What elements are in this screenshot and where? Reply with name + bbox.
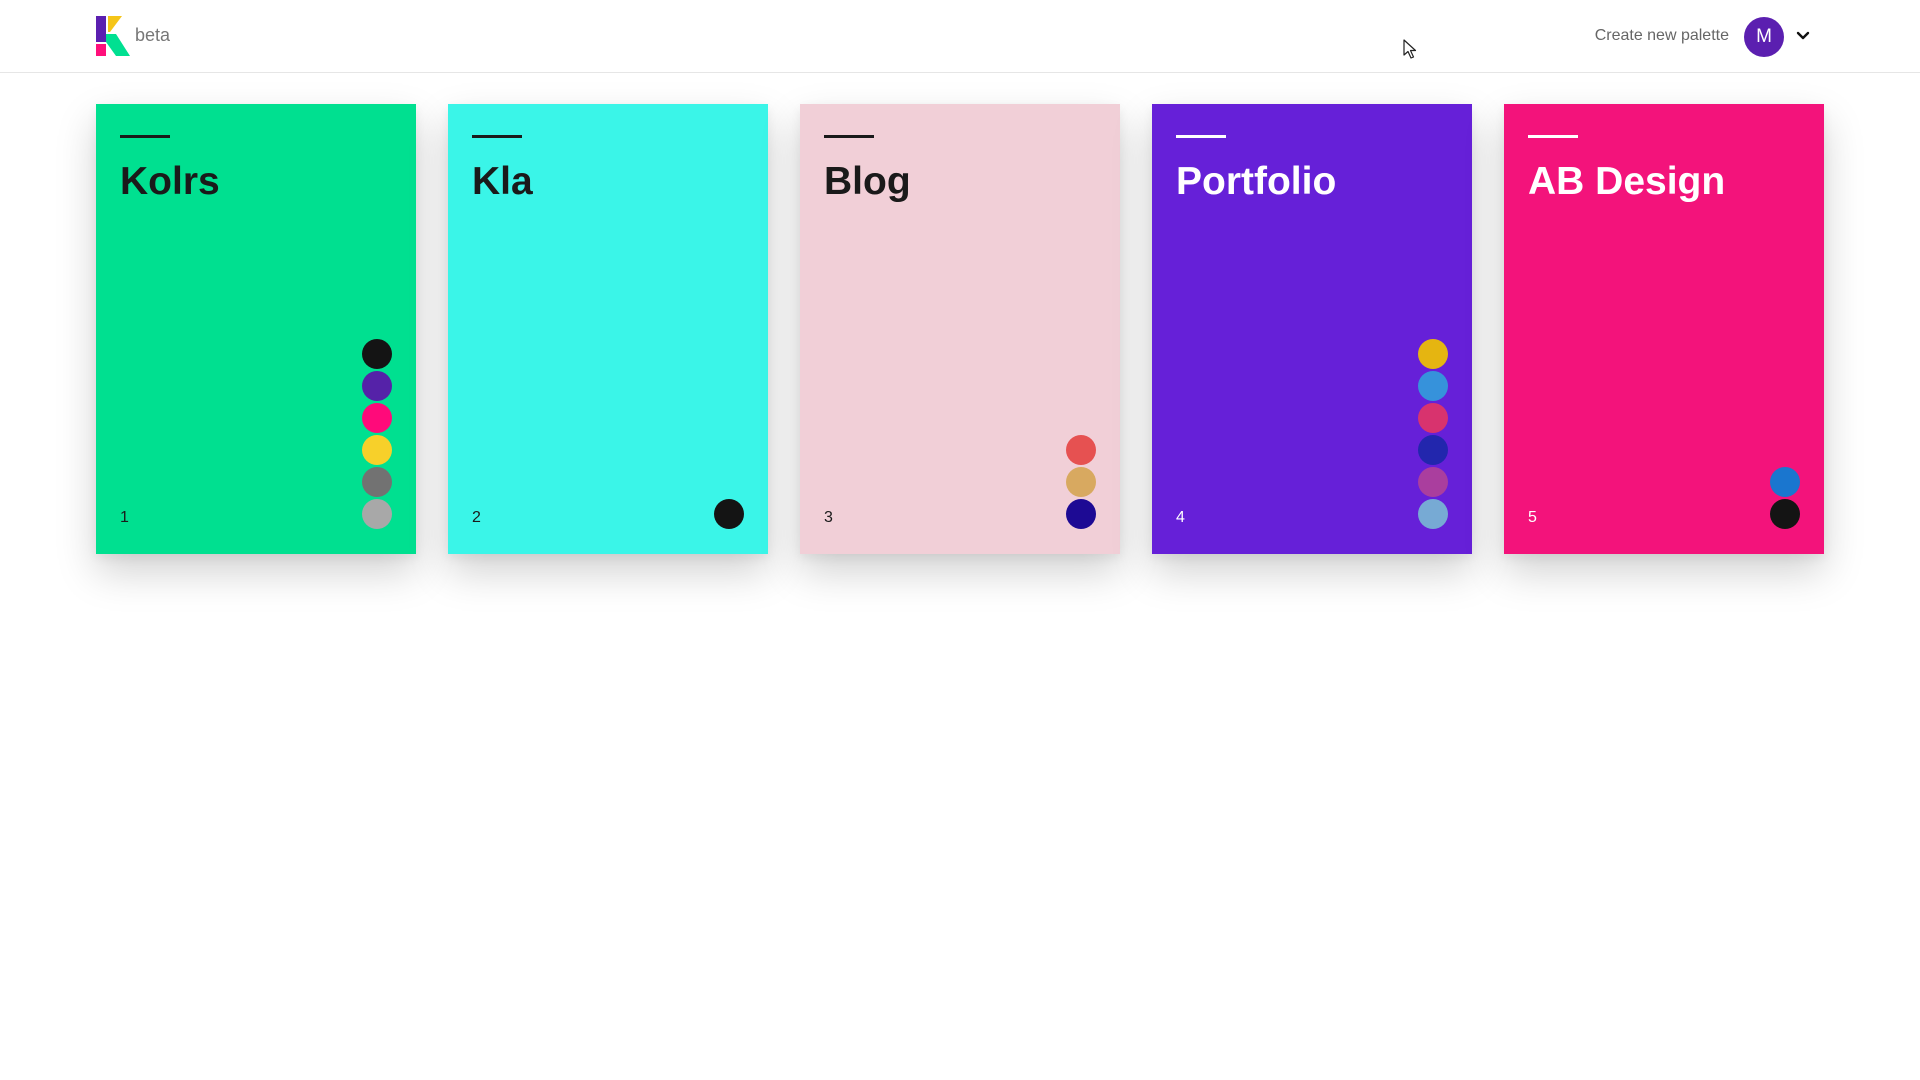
color-swatch[interactable]: [1066, 499, 1096, 529]
create-new-palette-link[interactable]: Create new palette: [1595, 27, 1729, 45]
card-accent-rule: [120, 135, 170, 138]
color-swatch[interactable]: [1418, 499, 1448, 529]
color-swatch[interactable]: [362, 403, 392, 433]
color-swatch[interactable]: [1418, 435, 1448, 465]
palette-number: 5: [1528, 509, 1537, 526]
palette-card[interactable]: Kolrs 1: [96, 104, 416, 554]
palette-swatches: [362, 339, 392, 529]
color-swatch[interactable]: [714, 499, 744, 529]
color-swatch[interactable]: [1770, 467, 1800, 497]
card-accent-rule: [824, 135, 874, 138]
color-swatch[interactable]: [1418, 339, 1448, 369]
color-swatch[interactable]: [1418, 403, 1448, 433]
palette-swatches: [1770, 467, 1800, 529]
palette-title: AB Design: [1528, 160, 1726, 203]
beta-label: beta: [135, 25, 171, 45]
kolrs-logo-icon[interactable]: [96, 16, 130, 56]
color-swatch[interactable]: [1066, 467, 1096, 497]
color-swatch[interactable]: [362, 499, 392, 529]
color-swatch[interactable]: [362, 371, 392, 401]
palette-title: Portfolio: [1176, 160, 1337, 203]
palette-title: Kla: [472, 160, 533, 203]
palette-swatches: [714, 499, 744, 529]
color-swatch[interactable]: [362, 339, 392, 369]
color-swatch[interactable]: [1418, 467, 1448, 497]
color-swatch[interactable]: [362, 467, 392, 497]
card-accent-rule: [1176, 135, 1226, 138]
color-swatch[interactable]: [1418, 371, 1448, 401]
palette-swatches: [1418, 339, 1448, 529]
color-swatch[interactable]: [1066, 435, 1096, 465]
palette-card[interactable]: AB Design 5: [1504, 104, 1824, 554]
palette-title: Kolrs: [120, 160, 220, 203]
card-accent-rule: [472, 135, 522, 138]
palette-number: 3: [824, 509, 833, 526]
color-swatch[interactable]: [362, 435, 392, 465]
palette-number: 1: [120, 509, 129, 526]
palette-swatches: [1066, 435, 1096, 529]
palette-title: Blog: [824, 160, 911, 203]
card-accent-rule: [1528, 135, 1578, 138]
top-nav-bar: beta Create new palette M: [0, 0, 1920, 73]
color-swatch[interactable]: [1770, 499, 1800, 529]
palette-number: 4: [1176, 509, 1185, 526]
palette-number: 2: [472, 509, 481, 526]
palette-card[interactable]: Blog 3: [800, 104, 1120, 554]
chevron-down-icon[interactable]: [1796, 29, 1810, 43]
palette-card[interactable]: Portfolio 4: [1152, 104, 1472, 554]
user-avatar[interactable]: M: [1744, 17, 1784, 57]
palette-card[interactable]: Kla 2: [448, 104, 768, 554]
